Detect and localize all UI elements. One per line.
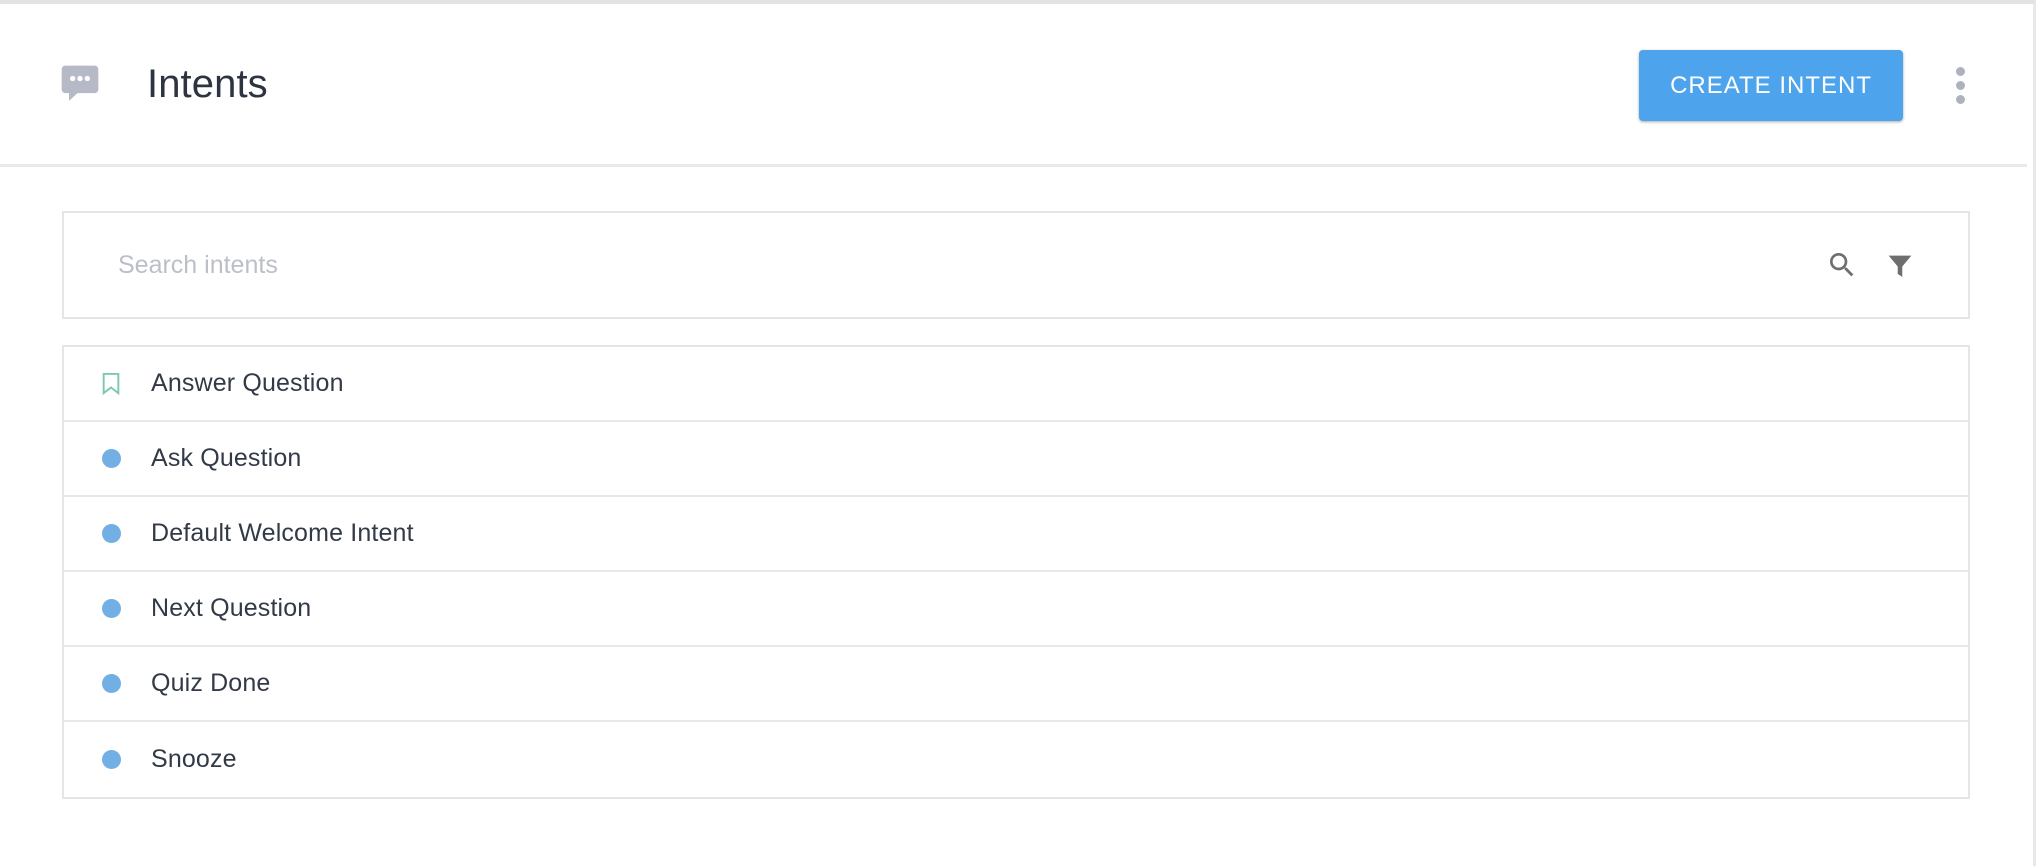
header-actions: CREATE INTENT — [1639, 4, 2027, 167]
page-content: Answer Question Ask Question Default Wel… — [62, 211, 1970, 799]
list-item-label: Ask Question — [151, 444, 302, 472]
list-item[interactable]: Default Welcome Intent — [64, 497, 1968, 572]
page-title: Intents — [147, 62, 268, 106]
status-dot-icon — [93, 449, 129, 468]
menu-dot — [1955, 95, 1965, 104]
list-item[interactable]: Snooze — [64, 722, 1968, 797]
search-input[interactable] — [116, 249, 1620, 281]
status-dot-icon — [93, 524, 129, 543]
list-item[interactable]: Next Question — [64, 572, 1968, 647]
filter-icon[interactable] — [1884, 249, 1916, 281]
status-dot-icon — [93, 599, 129, 618]
more-vert-icon[interactable] — [1932, 58, 1988, 114]
list-item-label: Next Question — [151, 594, 312, 622]
status-dot-icon — [93, 674, 129, 693]
intents-page: Intents CREATE INTENT Search intents Ans… — [0, 0, 2036, 866]
list-item-label: Snooze — [151, 745, 237, 773]
list-item-label: Default Welcome Intent — [151, 519, 414, 547]
header-title-group: Intents — [58, 62, 268, 106]
list-item[interactable]: Quiz Done — [64, 647, 1968, 722]
search-actions — [1826, 249, 1916, 281]
create-intent-button[interactable]: CREATE INTENT — [1639, 50, 1903, 121]
list-item-label: Quiz Done — [151, 669, 271, 697]
list-item[interactable]: Answer Question — [64, 347, 1968, 422]
search-bar[interactable] — [62, 211, 1970, 319]
menu-dot — [1955, 67, 1965, 76]
intents-list: Answer Question Ask Question Default Wel… — [62, 345, 1970, 799]
menu-dot — [1955, 81, 1965, 90]
list-item-label: Answer Question — [151, 369, 344, 397]
list-item[interactable]: Ask Question — [64, 422, 1968, 497]
bookmark-icon — [93, 371, 129, 397]
chat-bubble-icon — [58, 62, 102, 106]
page-header: Intents CREATE INTENT — [0, 4, 2027, 167]
status-dot-icon — [93, 750, 129, 769]
search-icon[interactable] — [1826, 249, 1858, 281]
